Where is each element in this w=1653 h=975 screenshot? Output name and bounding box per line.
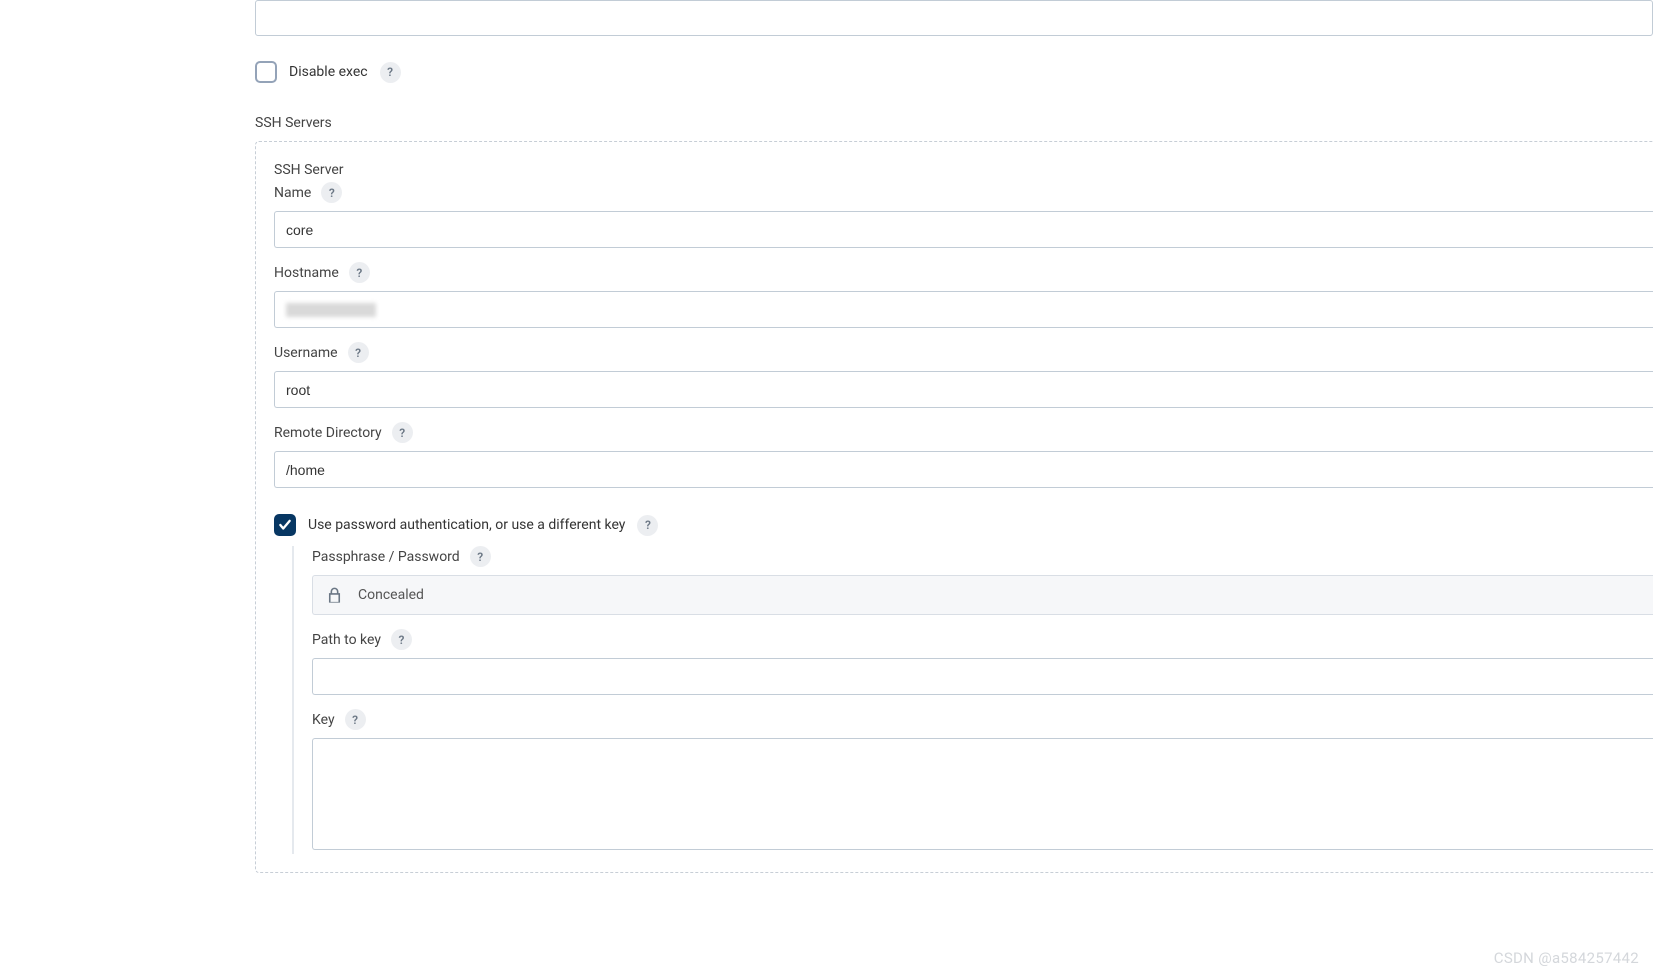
path-to-key-input[interactable]	[312, 658, 1653, 695]
disable-exec-row: Disable exec ?	[255, 61, 1653, 83]
remote-dir-label-row: Remote Directory ?	[274, 422, 1653, 443]
remote-dir-label: Remote Directory	[274, 425, 382, 441]
key-textarea[interactable]	[312, 738, 1653, 850]
username-label: Username	[274, 345, 338, 361]
lock-icon	[323, 584, 345, 606]
help-icon[interactable]: ?	[391, 629, 412, 650]
auth-nested-group: Passphrase / Password ? Concealed Path t…	[292, 546, 1653, 854]
help-icon[interactable]: ?	[470, 546, 491, 567]
name-label: Name	[274, 185, 311, 201]
ssh-server-group: SSH Server Name ? Hostname ? Username ?	[255, 141, 1653, 873]
help-icon[interactable]: ?	[637, 515, 658, 536]
disable-exec-checkbox[interactable]	[255, 61, 277, 83]
path-to-key-label: Path to key	[312, 632, 381, 648]
use-password-auth-label: Use password authentication, or use a di…	[308, 517, 625, 533]
name-label-row: Name ?	[274, 182, 1653, 203]
hostname-redacted-value	[286, 303, 376, 317]
watermark: CSDN @a584257442	[1494, 949, 1639, 967]
hostname-input[interactable]	[274, 291, 1653, 328]
passphrase-label-row: Passphrase / Password ?	[312, 546, 1653, 567]
username-input[interactable]	[274, 371, 1653, 408]
help-icon[interactable]: ?	[380, 62, 401, 83]
key-label-row: Key ?	[312, 709, 1653, 730]
hostname-label-row: Hostname ?	[274, 262, 1653, 283]
disable-exec-label: Disable exec	[289, 64, 368, 80]
concealed-text: Concealed	[358, 587, 424, 603]
ssh-servers-title: SSH Servers	[255, 115, 1653, 131]
top-empty-box	[255, 0, 1653, 36]
remote-dir-input[interactable]	[274, 451, 1653, 488]
name-input[interactable]	[274, 211, 1653, 248]
username-label-row: Username ?	[274, 342, 1653, 363]
help-icon[interactable]: ?	[348, 342, 369, 363]
help-icon[interactable]: ?	[349, 262, 370, 283]
hostname-label: Hostname	[274, 265, 339, 281]
passphrase-concealed[interactable]: Concealed	[312, 575, 1653, 615]
passphrase-label: Passphrase / Password	[312, 549, 460, 565]
key-label: Key	[312, 712, 335, 728]
help-icon[interactable]: ?	[321, 182, 342, 203]
use-password-auth-checkbox[interactable]	[274, 514, 296, 536]
path-to-key-label-row: Path to key ?	[312, 629, 1653, 650]
help-icon[interactable]: ?	[345, 709, 366, 730]
use-password-auth-row: Use password authentication, or use a di…	[274, 514, 1653, 536]
ssh-server-subtitle: SSH Server	[274, 162, 1653, 178]
help-icon[interactable]: ?	[392, 422, 413, 443]
